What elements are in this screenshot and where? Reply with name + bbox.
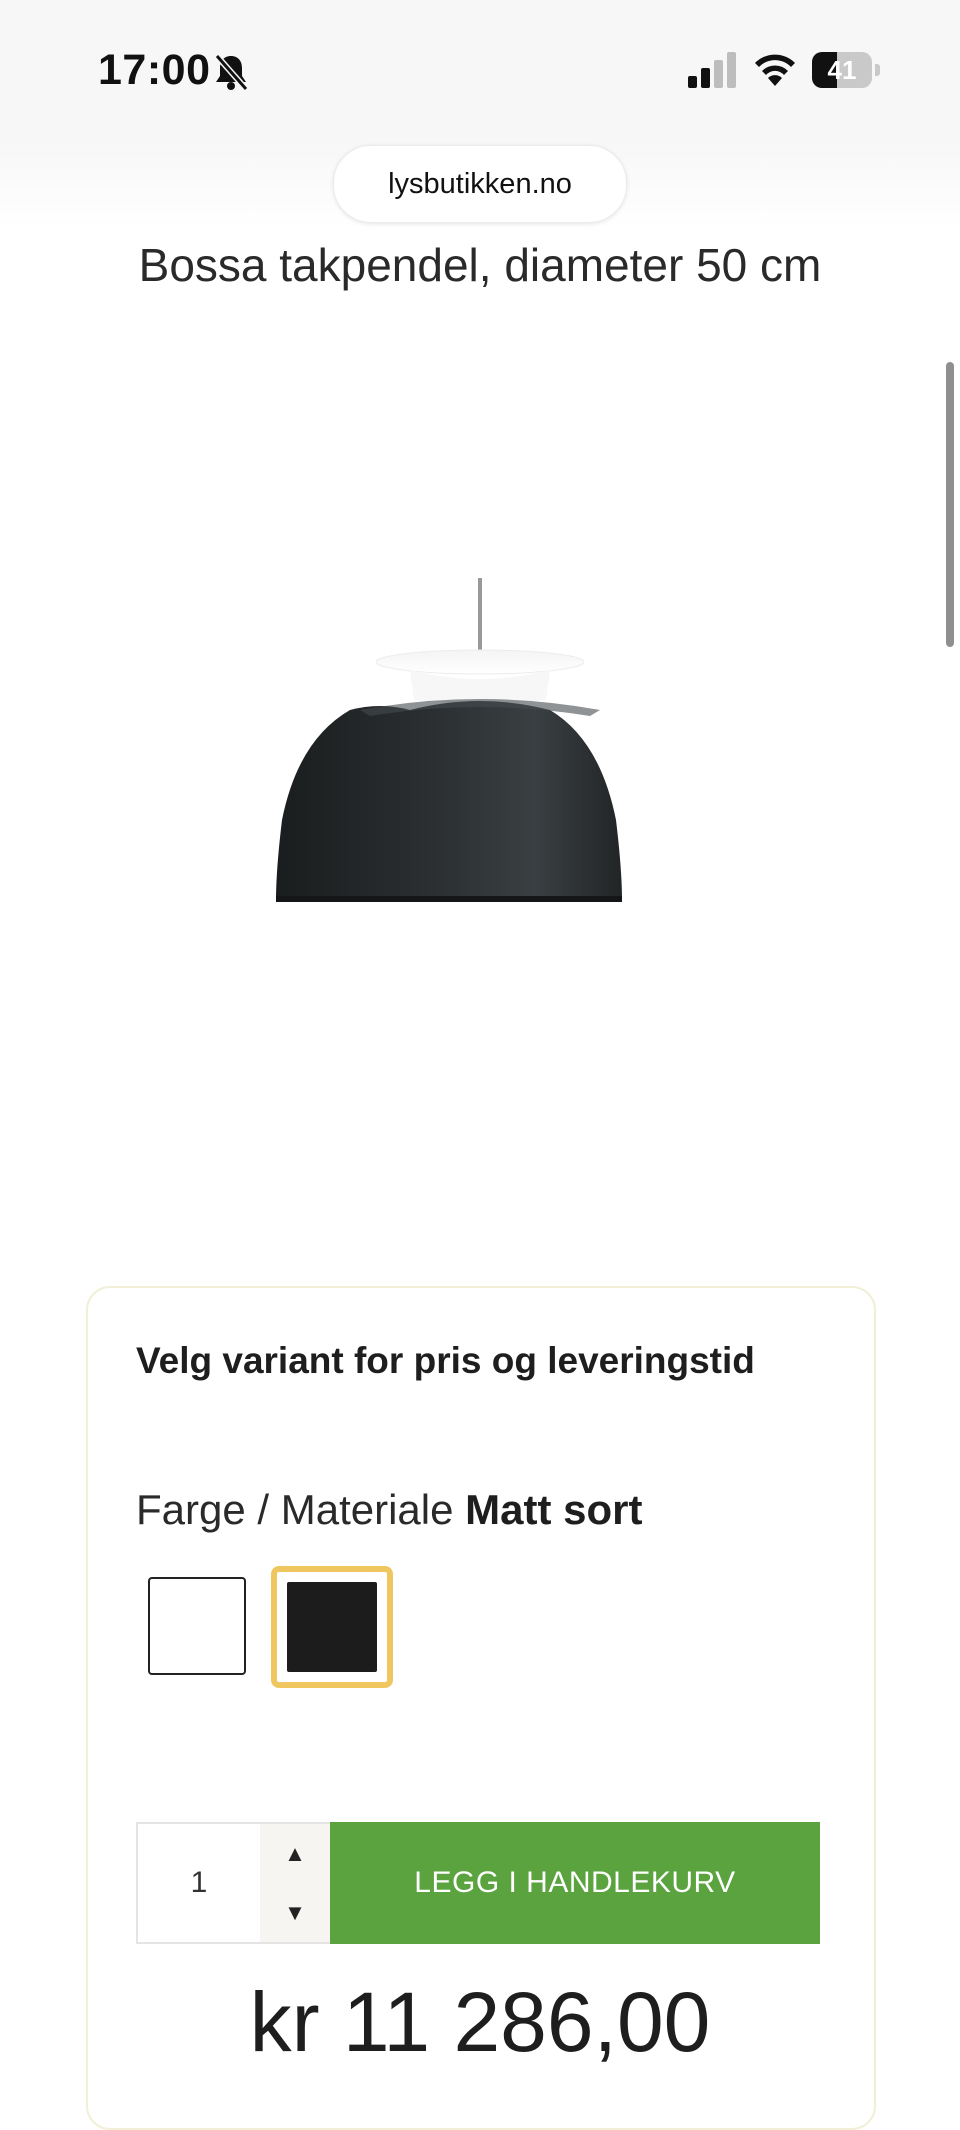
wifi-icon xyxy=(755,54,795,86)
status-time: 17:00 xyxy=(98,46,211,94)
add-to-cart-button[interactable]: LEGG I HANDLEKURV xyxy=(330,1822,820,1944)
product-title: Bossa takpendel, diameter 50 cm xyxy=(138,239,822,291)
product-price: kr 11 286,00 xyxy=(249,1975,711,2069)
color-label: Farge / Materiale Matt sort xyxy=(136,1486,642,1534)
quantity-stepper: 1 ▲ ▼ xyxy=(136,1822,330,1944)
swatch-black-fill xyxy=(287,1582,377,1672)
quantity-input[interactable]: 1 xyxy=(138,1824,260,1942)
status-bar: 17:00 41 xyxy=(0,0,960,140)
swatch-white[interactable] xyxy=(148,1577,246,1675)
cellular-signal-icon xyxy=(688,52,736,88)
product-image[interactable] xyxy=(260,570,700,980)
battery-level: 41 xyxy=(827,55,857,85)
swatch-matt-black[interactable] xyxy=(271,1566,393,1688)
quantity-stepper-buttons: ▲ ▼ xyxy=(260,1824,330,1942)
selected-color-name: Matt sort xyxy=(465,1486,643,1533)
color-label-text: Farge / Materiale xyxy=(136,1486,454,1533)
scroll-indicator[interactable] xyxy=(946,362,954,647)
battery-icon: 41 xyxy=(812,52,882,88)
variant-card-heading: Velg variant for pris og leveringstid xyxy=(136,1340,755,1381)
bell-slash-icon xyxy=(214,54,249,91)
url-pill[interactable]: lysbutikken.no xyxy=(333,145,627,223)
chevron-down-icon[interactable]: ▼ xyxy=(260,1883,330,1942)
chevron-up-icon[interactable]: ▲ xyxy=(260,1824,330,1883)
